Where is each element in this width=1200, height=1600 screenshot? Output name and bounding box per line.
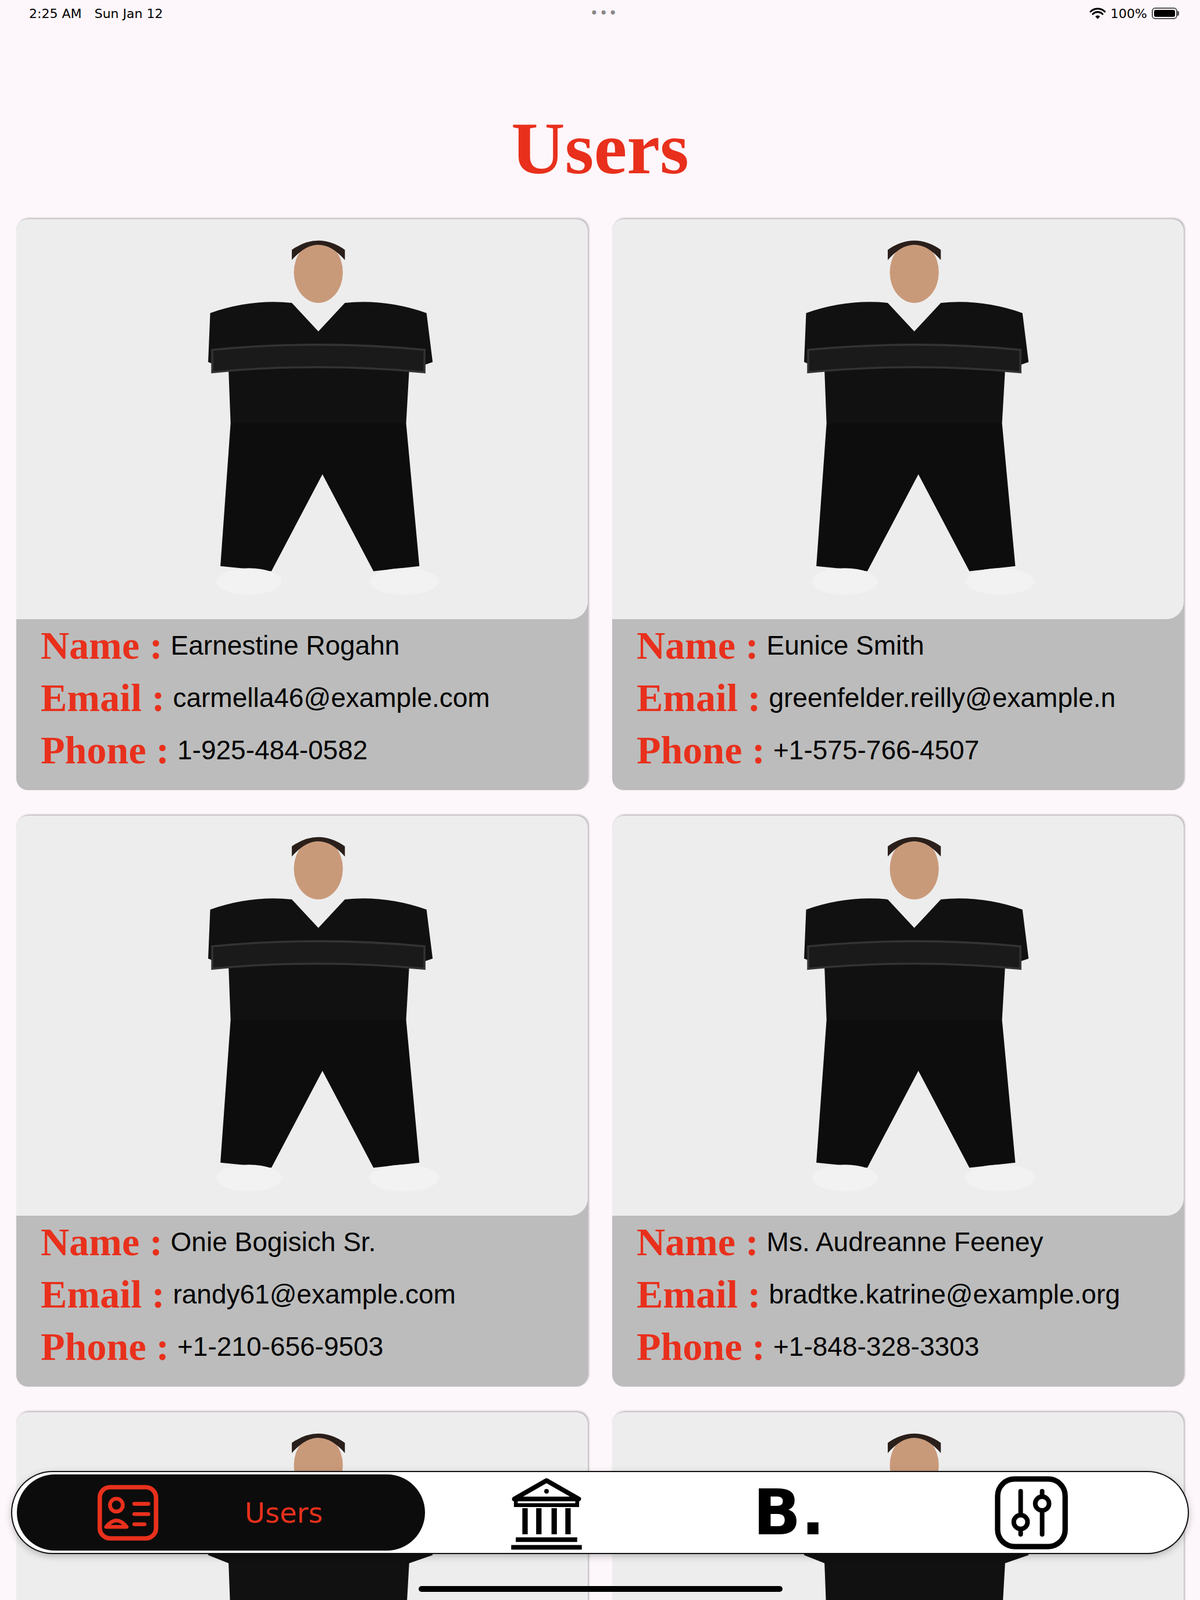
- battery-percent: 100%: [1110, 6, 1148, 21]
- field-value: +1-575-766-4507: [773, 734, 980, 766]
- person-figure: [612, 219, 1184, 620]
- field-label: Phone :: [636, 1323, 766, 1370]
- field-value: Onie Bogisich Sr.: [170, 1226, 377, 1258]
- phone-row: Phone : +1-210-656-9503: [40, 1320, 577, 1373]
- status-time: 2:25 AM: [29, 6, 82, 21]
- page-title: Users: [0, 103, 1200, 194]
- user-info: Name : Earnestine RogahnEmail : carmella…: [16, 619, 588, 791]
- field-value: carmella46@example.com: [172, 681, 490, 714]
- field-value: +1-848-328-3303: [773, 1330, 980, 1363]
- user-photo: [16, 219, 588, 620]
- name-row: Name : Earnestine Rogahn: [40, 619, 577, 672]
- field-value: +1-210-656-9503: [177, 1330, 384, 1363]
- sliders-icon: [993, 1474, 1070, 1552]
- field-label: Email :: [636, 1271, 761, 1318]
- user-card[interactable]: Name : Ms. Audreanne FeeneyEmail : bradt…: [612, 815, 1184, 1387]
- user-card[interactable]: Name : Eunice SmithEmail : greenfelder.r…: [612, 219, 1184, 791]
- name-row: Name : Onie Bogisich Sr.: [40, 1215, 577, 1269]
- wifi-icon: [1089, 7, 1106, 20]
- user-card-icon: [92, 1480, 164, 1545]
- field-label: Phone :: [40, 1323, 170, 1370]
- user-info: Name : Ms. Audreanne FeeneyEmail : bradt…: [612, 1215, 1184, 1387]
- nav-item[interactable]: [910, 1474, 1153, 1551]
- person-figure: [16, 815, 588, 1216]
- nav-item[interactable]: Users: [16, 1474, 425, 1551]
- user-photo: [612, 815, 1184, 1216]
- bank-icon: [508, 1474, 585, 1552]
- phone-row: Phone : +1-848-328-3303: [636, 1320, 1173, 1373]
- nav-label: Users: [244, 1496, 323, 1530]
- field-label: Name :: [636, 1219, 759, 1266]
- field-label: Phone :: [636, 727, 766, 774]
- users-screen: 2:25 AM Sun Jan 12 ••• 100% Users Name :…: [0, 0, 1200, 1600]
- email-row: Email : greenfelder.reilly@example.n: [636, 671, 1173, 724]
- nav-item[interactable]: [425, 1474, 668, 1551]
- multitask-dots[interactable]: •••: [590, 5, 619, 22]
- battery-icon: [1151, 7, 1180, 20]
- email-row: Email : carmella46@example.com: [40, 671, 577, 724]
- person-figure: [16, 219, 588, 620]
- field-label: Email :: [40, 1271, 165, 1318]
- field-value: randy61@example.com: [172, 1278, 456, 1310]
- status-bar: 2:25 AM Sun Jan 12 ••• 100%: [0, 0, 1200, 27]
- field-label: Name :: [40, 1219, 163, 1266]
- home-indicator[interactable]: [418, 1586, 783, 1592]
- field-label: Name :: [40, 622, 163, 669]
- user-card[interactable]: Name : Onie Bogisich Sr.Email : randy61@…: [16, 815, 588, 1387]
- user-info: Name : Eunice SmithEmail : greenfelder.r…: [612, 619, 1184, 791]
- field-value: Eunice Smith: [766, 629, 925, 662]
- user-card[interactable]: Name : Earnestine RogahnEmail : carmella…: [16, 219, 588, 791]
- user-grid: Name : Earnestine RogahnEmail : carmella…: [0, 219, 1200, 1600]
- field-label: Name :: [636, 622, 759, 669]
- email-row: Email : bradtke.katrine@example.org: [636, 1268, 1173, 1321]
- field-label: Email :: [636, 675, 761, 721]
- field-label: Email :: [40, 675, 165, 721]
- field-value: greenfelder.reilly@example.n: [768, 681, 1116, 714]
- status-date: Sun Jan 12: [94, 6, 163, 21]
- nav-item[interactable]: B.: [667, 1474, 910, 1551]
- name-row: Name : Eunice Smith: [636, 619, 1173, 672]
- email-row: Email : randy61@example.com: [40, 1268, 577, 1321]
- field-value: 1-925-484-0582: [177, 734, 368, 766]
- field-value: Earnestine Rogahn: [170, 629, 400, 662]
- phone-row: Phone : 1-925-484-0582: [40, 723, 577, 777]
- user-photo: [16, 815, 588, 1216]
- user-info: Name : Onie Bogisich Sr.Email : randy61@…: [16, 1215, 588, 1387]
- field-value: bradtke.katrine@example.org: [768, 1278, 1120, 1310]
- user-photo: [612, 219, 1184, 620]
- bottom-nav: Users B.: [12, 1472, 1188, 1553]
- phone-row: Phone : +1-575-766-4507: [636, 723, 1173, 777]
- person-figure: [612, 815, 1184, 1216]
- field-value: Ms. Audreanne Feeney: [766, 1226, 1044, 1258]
- brand-logo: B.: [752, 1481, 825, 1545]
- field-label: Phone :: [40, 727, 170, 774]
- name-row: Name : Ms. Audreanne Feeney: [636, 1215, 1173, 1269]
